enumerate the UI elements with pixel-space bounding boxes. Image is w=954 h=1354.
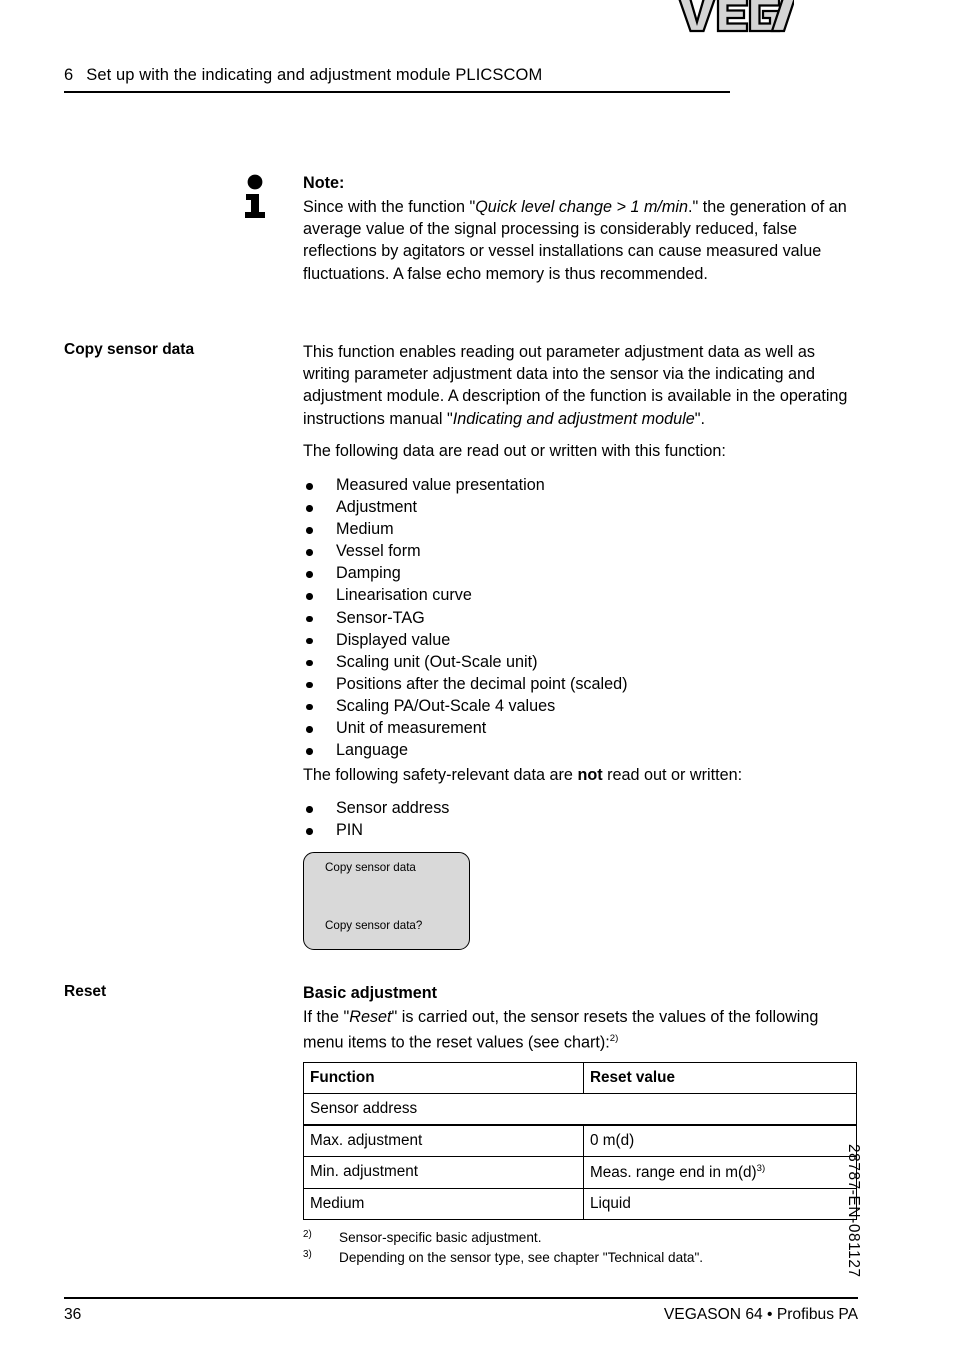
table-header-reset-value: Reset value [583, 1062, 857, 1094]
copy-para1-text-2: ". [694, 409, 706, 428]
reset-intro-emphasis: Reset [349, 1008, 392, 1026]
page-number: 36 [64, 1306, 82, 1323]
list-item: Linearisation curve [303, 584, 859, 606]
note-body-text-1: Since with the function " [303, 198, 476, 216]
plicscom-display-illustration: Copy sensor data Copy sensor data? [303, 852, 470, 950]
list-item: Damping [303, 562, 859, 584]
note-title: Note: [303, 174, 345, 192]
footnote-text: Depending on the sensor type, see chapte… [339, 1250, 704, 1265]
footer-product-name: VEGASON 64 • Profibus PA [663, 1306, 858, 1323]
list-item: Scaling PA/Out-Scale 4 values [303, 695, 859, 717]
reset-heading: Basic adjustment [303, 984, 438, 1002]
list-item: Medium [303, 518, 859, 540]
table-row: Min. adjustment Meas. range end in m(d)3… [303, 1155, 857, 1190]
table-header-row: Function Reset value [303, 1062, 857, 1094]
section-label-reset: Reset [64, 983, 107, 1000]
section-label-copy-sensor-data: Copy sensor data [64, 341, 195, 358]
header-divider [64, 91, 730, 93]
table-cell-footnote-marker: 3) [756, 1163, 766, 1174]
header-title-line: 6 Set up with the indicating and adjustme… [64, 66, 542, 85]
display-menu-title: Copy sensor data [325, 861, 416, 874]
copy-para3-bold: not [577, 766, 603, 784]
list-item: PIN [303, 819, 859, 841]
excluded-data-list: Sensor address PIN [303, 797, 859, 841]
footnote: 2) Sensor-specific basic adjustment. [303, 1228, 859, 1248]
list-item: Displayed value [303, 629, 859, 651]
table-cell-reset-value: Meas. range end in m(d)3) [583, 1155, 857, 1190]
list-item: Unit of measurement [303, 717, 859, 739]
table-row: Max. adjustment 0 m(d) [303, 1124, 857, 1157]
copy-sensor-data-paragraph-1: This function enables reading out parame… [303, 341, 859, 430]
reset-intro-footnote-marker: 2) [609, 1033, 619, 1045]
table-cell-function: Sensor address [303, 1093, 857, 1126]
reset-intro-text-1: If the " [303, 1008, 350, 1026]
note-body-emphasis: Quick level change > 1 m/min [475, 198, 689, 216]
reset-intro-paragraph: If the "Reset" is carried out, the senso… [303, 1006, 859, 1054]
footnote-marker: 3) [303, 1249, 312, 1260]
table-cell-function: Max. adjustment [303, 1124, 584, 1157]
document-page: 6 Set up with the indicating and adjustme… [0, 0, 954, 1354]
list-item: Measured value presentation [303, 474, 859, 496]
footer-divider [64, 1297, 858, 1299]
page-header: 6 Set up with the indicating and adjustme… [64, 66, 858, 116]
table-cell-function: Min. adjustment [303, 1155, 584, 1190]
list-item: Adjustment [303, 496, 859, 518]
table-row: Sensor address [303, 1093, 857, 1126]
header-title-text: Set up with the indicating and adjustmen… [86, 66, 543, 84]
list-item: Sensor-TAG [303, 607, 859, 629]
list-item: Scaling unit (Out-Scale unit) [303, 651, 859, 673]
display-prompt-text: Copy sensor data? [325, 919, 423, 932]
table-header-function: Function [303, 1062, 584, 1094]
copy-para1-emphasis: Indicating and adjustment module [452, 409, 695, 428]
table-cell-function: Medium [303, 1188, 584, 1221]
document-number: 28787-EN-081127 [845, 1144, 862, 1278]
header-chapter-number: 6 [64, 66, 74, 84]
vega-logo [677, 0, 794, 35]
copy-para3-text-2: read out or written: [602, 766, 743, 784]
table-cell-reset-value: Liquid [583, 1188, 857, 1221]
footnotes-block: 2) Sensor-specific basic adjustment. 3) De… [303, 1228, 859, 1268]
table-cell-reset-value: 0 m(d) [583, 1124, 857, 1157]
table-cell-reset-value-text: Meas. range end in m(d) [590, 1164, 757, 1182]
copy-sensor-data-paragraph-3: The following safety-relevant data are n… [303, 764, 859, 786]
footnote-marker: 2) [303, 1229, 312, 1240]
copy-sensor-data-paragraph-2: The following data are read out or writt… [303, 442, 726, 460]
note-body: Since with the function "Quick level cha… [303, 196, 859, 285]
list-item: Vessel form [303, 540, 859, 562]
reset-values-table: Function Reset value Sensor address Max.… [303, 1062, 857, 1221]
footnote: 3) Depending on the sensor type, see chap… [303, 1248, 859, 1268]
list-item: Sensor address [303, 797, 859, 819]
list-item: Positions after the decimal point (scale… [303, 673, 859, 695]
copy-para3-text-1: The following safety-relevant data are [303, 766, 578, 784]
list-item: Language [303, 739, 859, 761]
footnote-text: Sensor-specific basic adjustment. [339, 1230, 542, 1245]
table-row: Medium Liquid [303, 1188, 857, 1221]
info-icon [241, 174, 269, 220]
read-write-data-list: Measured value presentation Adjustment M… [303, 474, 859, 761]
